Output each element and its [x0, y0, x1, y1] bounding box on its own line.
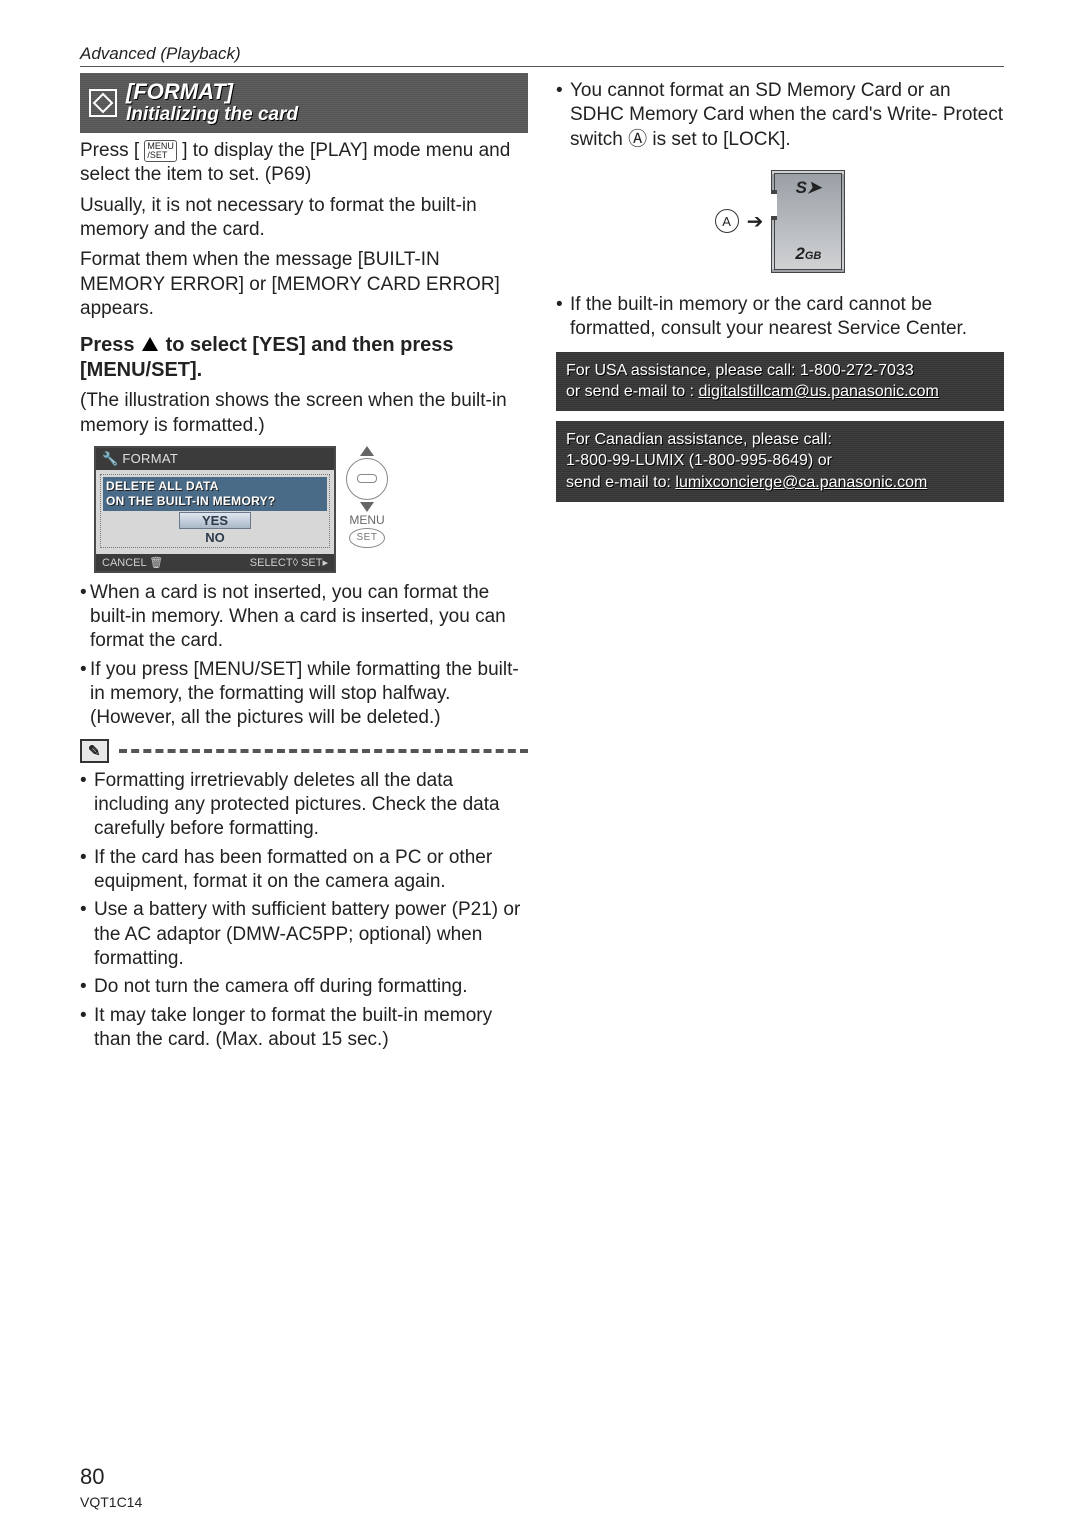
list-item: You cannot format an SD Memory Card or a… — [556, 79, 1004, 152]
two-columns: [FORMAT] Initializing the card Press [ M… — [80, 73, 1004, 1058]
manual-page: Advanced (Playback) [FORMAT] Initializin… — [0, 0, 1080, 1530]
lcd-screen: 🔧 FORMAT DELETE ALL DATA ON THE BUILT-IN… — [94, 446, 336, 573]
right-bullets-top: You cannot format an SD Memory Card or a… — [556, 79, 1004, 152]
menuset-icon: MENU/SET — [144, 140, 177, 162]
down-arrow-icon — [360, 502, 374, 512]
menu-label: MENU — [349, 514, 384, 526]
page-number: 80 — [80, 1464, 104, 1490]
document-id: VQT1C14 — [80, 1494, 142, 1510]
lcd-title: 🔧 FORMAT — [96, 448, 334, 470]
sd-card-top-label: S➤ — [796, 178, 822, 198]
right-bullets-bottom: If the built-in memory or the card canno… — [556, 293, 1004, 342]
assist-usa-email[interactable]: digitalstillcam@us.panasonic.com — [699, 383, 939, 400]
set-button-icon: SET — [349, 528, 385, 548]
list-item: Use a battery with sufficient battery po… — [80, 898, 528, 971]
assist-can-box: For Canadian assistance, please call: 1-… — [556, 421, 1004, 502]
list-item: Do not turn the camera off during format… — [80, 975, 528, 999]
sd-card-capacity: 2GB — [795, 244, 821, 264]
lcd-line1: DELETE ALL DATA — [106, 479, 219, 493]
note-icon: ✎ — [80, 739, 109, 763]
list-item: It may take longer to format the built-i… — [80, 1004, 528, 1053]
left-column: [FORMAT] Initializing the card Press [ M… — [80, 73, 528, 1058]
bullets-group-b: Formatting irretrievably deletes all the… — [80, 769, 528, 1052]
label-a: A — [715, 209, 739, 233]
list-item: Formatting irretrievably deletes all the… — [80, 769, 528, 842]
assist-can-line1: For Canadian assistance, please call: — [566, 431, 832, 448]
dash-rule — [119, 749, 528, 753]
banner-title: [FORMAT] — [126, 80, 298, 103]
section-banner: [FORMAT] Initializing the card — [80, 73, 528, 133]
lcd-select: SELECT — [250, 557, 293, 569]
cursor-circle-icon — [346, 458, 388, 500]
assist-usa-line2: or send e-mail to : — [566, 383, 699, 400]
page-header: Advanced (Playback) — [80, 44, 1004, 67]
banner-subtitle: Initializing the card — [126, 104, 298, 126]
list-item: If the card has been formatted on a PC o… — [80, 846, 528, 895]
intro-paragraph-3: Format them when the message [BUILT-IN M… — [80, 248, 528, 321]
assist-can-email[interactable]: lumixconcierge@ca.panasonic.com — [675, 474, 927, 491]
list-item: If the built-in memory or the card canno… — [556, 293, 1004, 342]
intro-paragraph-1: Press [ MENU/SET ] to display the [PLAY]… — [80, 139, 528, 188]
format-icon — [80, 73, 126, 133]
sd-card-diagram: A ➔ S➤ 2GB — [556, 170, 1004, 273]
sd-card-icon: S➤ 2GB — [771, 170, 845, 273]
assist-usa-line1: For USA assistance, please call: 1-800-2… — [566, 362, 914, 379]
lcd-no: NO — [103, 530, 327, 545]
step-note: (The illustration shows the screen when … — [80, 389, 528, 438]
assist-usa-box: For USA assistance, please call: 1-800-2… — [556, 352, 1004, 411]
step-heading: Press to select [YES] and then press [ME… — [80, 333, 528, 383]
bullets-group-a: When a card is not inserted, you can for… — [80, 581, 528, 731]
list-item: If you press [MENU/SET] while formatting… — [80, 658, 528, 731]
arrow-icon: ➔ — [747, 209, 764, 234]
intro-paragraph-2: Usually, it is not necessary to format t… — [80, 194, 528, 243]
right-column: You cannot format an SD Memory Card or a… — [556, 73, 1004, 1058]
lcd-cancel: CANCEL — [102, 557, 146, 569]
content-wrapper: Advanced (Playback) [FORMAT] Initializin… — [0, 0, 1080, 1058]
note-separator: ✎ — [80, 739, 528, 763]
lcd-line2: ON THE BUILT-IN MEMORY? — [106, 494, 276, 508]
list-item: When a card is not inserted, you can for… — [80, 581, 528, 654]
assist-can-line3: send e-mail to: — [566, 474, 675, 491]
lcd-yes: YES — [179, 512, 251, 529]
up-triangle-icon — [142, 337, 158, 351]
assist-can-line2: 1-800-99-LUMIX (1-800-995-8649) or — [566, 452, 832, 469]
up-arrow-icon — [360, 446, 374, 456]
cursor-control-icon: MENU SET — [346, 446, 388, 548]
lcd-illustration: 🔧 FORMAT DELETE ALL DATA ON THE BUILT-IN… — [94, 446, 528, 573]
